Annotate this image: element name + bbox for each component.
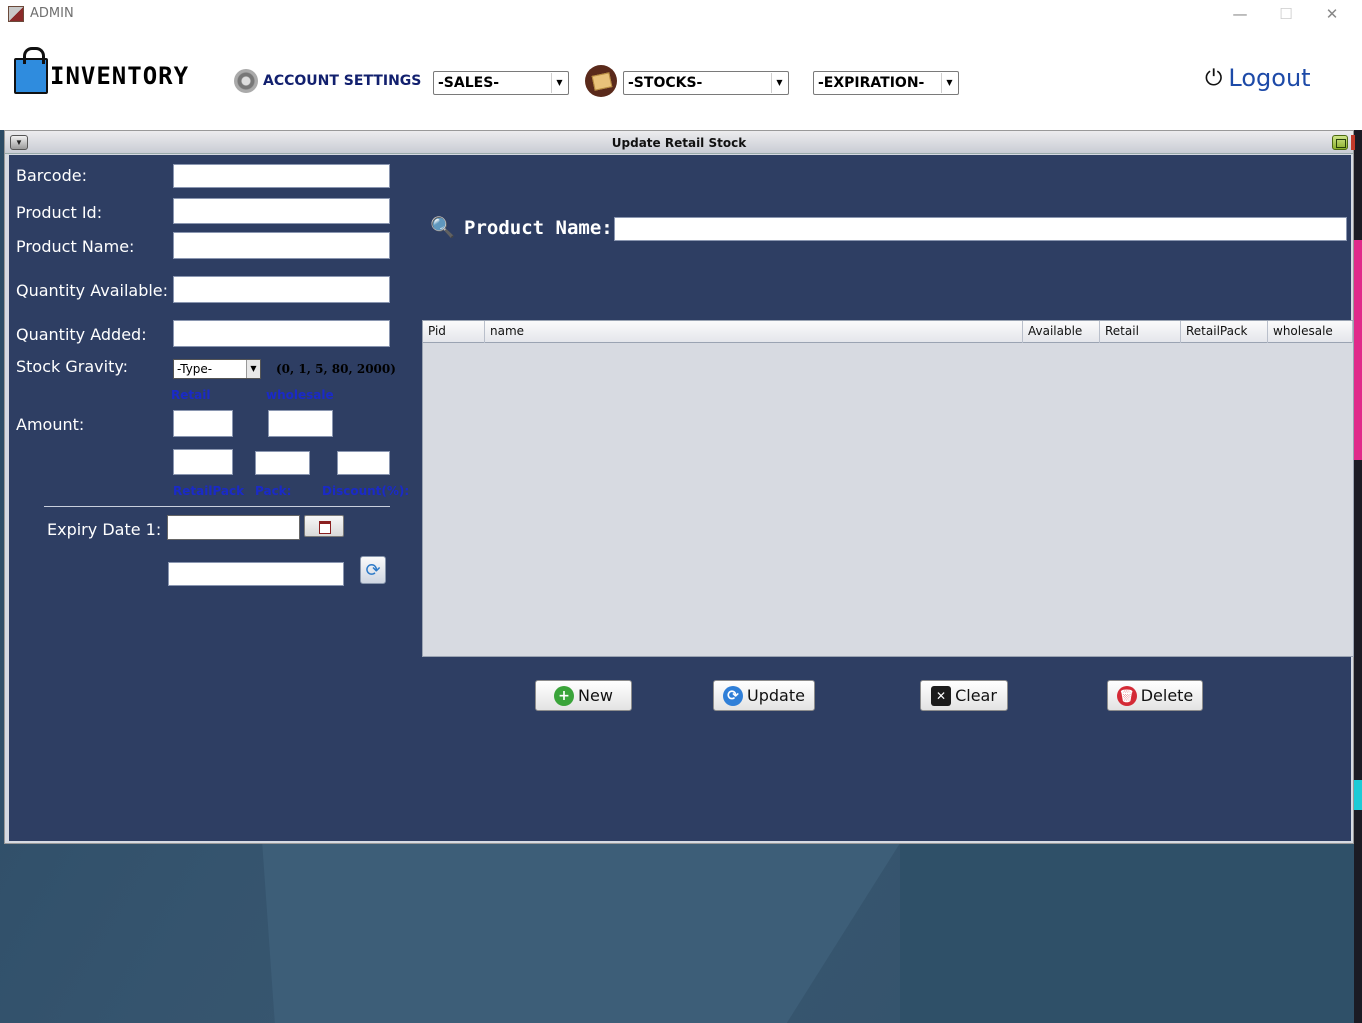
- product-id-field[interactable]: [173, 198, 390, 224]
- retailpack-label: RetailPack: [173, 484, 245, 498]
- quantity-available-field[interactable]: [173, 276, 390, 303]
- add-icon: +: [554, 685, 575, 706]
- chevron-down-icon: ▼: [771, 73, 787, 93]
- account-settings-label: ACCOUNT SETTINGS: [263, 73, 422, 89]
- top-menu: INVENTORY ACCOUNT SETTINGS -SALES- ▼ -ST…: [0, 28, 1362, 130]
- frame-title: Update Retail Stock: [611, 136, 747, 150]
- barcode-field[interactable]: [173, 164, 390, 188]
- column-header-pid[interactable]: Pid: [423, 321, 485, 343]
- amount-label: Amount:: [16, 415, 85, 434]
- product-id-label: Product Id:: [16, 203, 103, 222]
- quantity-available-label: Quantity Available:: [16, 281, 169, 300]
- account-settings-menu[interactable]: ACCOUNT SETTINGS: [234, 68, 421, 94]
- gear-icon: [234, 69, 258, 93]
- stock-gravity-hint: (0, 1, 5, 80, 2000): [276, 362, 396, 376]
- frame-titlebar: ▼ Update Retail Stock: [5, 131, 1355, 154]
- chevron-down-icon: ▼: [551, 73, 567, 93]
- delete-button-label: Delete: [1140, 686, 1194, 705]
- desktop-edge: [1354, 130, 1362, 1023]
- column-header-wholesale[interactable]: wholesale: [1268, 321, 1353, 343]
- retail-amount-field[interactable]: [173, 410, 233, 437]
- stock-gravity-label: Stock Gravity:: [16, 357, 129, 376]
- stock-icon: [585, 65, 617, 97]
- calendar-icon[interactable]: [304, 515, 344, 537]
- discount-field[interactable]: [337, 451, 390, 475]
- secondary-field[interactable]: [168, 562, 344, 586]
- wholesale-amount-field[interactable]: [268, 410, 333, 437]
- pack-field[interactable]: [255, 451, 310, 475]
- retailpack-field[interactable]: [173, 449, 233, 475]
- wholesale-label: wholesale: [266, 388, 334, 402]
- frame-close-icon[interactable]: [1351, 135, 1355, 150]
- products-table[interactable]: Pid name Available Retail RetailPack who…: [422, 320, 1354, 657]
- new-button-label: New: [578, 686, 613, 705]
- stock-gravity-combo[interactable]: -Type- ▼: [173, 359, 261, 379]
- stocks-combo[interactable]: -STOCKS- ▼: [623, 71, 789, 95]
- column-header-available[interactable]: Available: [1023, 321, 1100, 343]
- logo-text: INVENTORY: [50, 62, 190, 90]
- window-title: ADMIN: [30, 6, 74, 21]
- expiry-date-field[interactable]: [167, 515, 300, 540]
- search-product-name-input[interactable]: [614, 217, 1347, 241]
- delete-icon: 🗑: [1116, 685, 1137, 706]
- maximize-button[interactable]: ☐: [1276, 4, 1296, 24]
- chevron-down-icon: ▼: [941, 73, 957, 93]
- expiration-combo[interactable]: -EXPIRATION- ▼: [813, 71, 959, 95]
- close-button[interactable]: ✕: [1322, 4, 1342, 24]
- discount-label: Discount(%):: [322, 484, 410, 498]
- logout-label: Logout: [1228, 64, 1311, 92]
- product-name-label: Product Name:: [16, 237, 135, 256]
- delete-button[interactable]: 🗑 Delete: [1107, 680, 1203, 711]
- chevron-down-icon: ▼: [246, 360, 260, 378]
- sales-combo-value: -SALES-: [438, 75, 500, 91]
- shopping-bag-icon: [14, 47, 48, 94]
- column-header-name[interactable]: name: [485, 321, 1023, 343]
- app-icon: [8, 6, 24, 22]
- clear-button-label: Clear: [955, 686, 997, 705]
- expiration-combo-value: -EXPIRATION-: [818, 75, 925, 91]
- search-product-name-label: Product Name:: [464, 217, 613, 239]
- stocks-combo-value: -STOCKS-: [628, 75, 703, 91]
- search-icon: 🔍: [430, 217, 455, 239]
- minimize-button[interactable]: —: [1230, 4, 1250, 24]
- sales-combo[interactable]: -SALES- ▼: [433, 71, 569, 95]
- refresh-icon[interactable]: ⟳: [360, 556, 386, 584]
- quantity-added-label: Quantity Added:: [16, 325, 147, 344]
- window-titlebar: ADMIN — ☐ ✕: [0, 0, 1362, 28]
- logout-button[interactable]: ⏻ Logout: [1205, 64, 1311, 92]
- update-icon: ⟳: [723, 685, 744, 706]
- retail-label: Retail: [171, 388, 211, 402]
- pack-label: Pack:: [255, 484, 292, 498]
- update-button[interactable]: ⟳ Update: [713, 680, 815, 711]
- inventory-logo: INVENTORY: [14, 47, 214, 102]
- column-header-retailpack[interactable]: RetailPack: [1181, 321, 1268, 343]
- clear-icon: ✕: [931, 685, 952, 706]
- expiry-date-label: Expiry Date 1:: [47, 520, 162, 539]
- desktop-wallpaper-shape: [900, 840, 1362, 1023]
- quantity-added-field[interactable]: [173, 320, 390, 347]
- frame-maximize-icon[interactable]: [1332, 135, 1348, 150]
- barcode-label: Barcode:: [16, 166, 87, 185]
- stock-gravity-value: -Type-: [177, 362, 213, 376]
- clear-button[interactable]: ✕ Clear: [920, 680, 1008, 711]
- update-button-label: Update: [747, 686, 805, 705]
- new-button[interactable]: + New: [535, 680, 632, 711]
- power-icon: ⏻: [1205, 65, 1223, 91]
- product-name-field[interactable]: [173, 232, 390, 259]
- table-header: Pid name Available Retail RetailPack who…: [423, 321, 1353, 343]
- divider: [44, 506, 390, 507]
- column-header-retail[interactable]: Retail: [1100, 321, 1181, 343]
